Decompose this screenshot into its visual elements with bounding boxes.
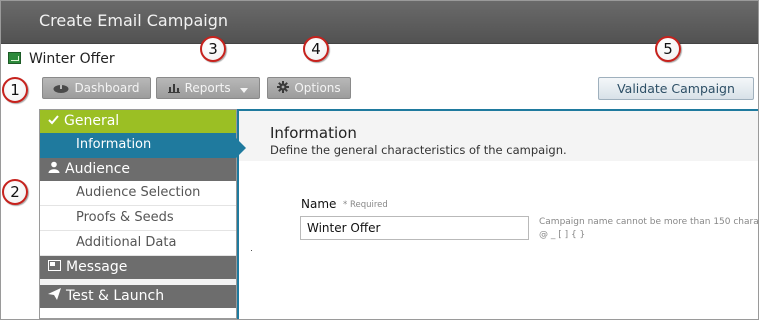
callout-4: 4 — [303, 36, 329, 62]
dashboard-icon — [53, 79, 69, 99]
paper-plane-icon — [48, 285, 61, 308]
sidebar-item-proofs-seeds[interactable]: Proofs & Seeds — [40, 206, 236, 231]
name-field-label: Name — [301, 197, 337, 211]
page-description: Define the general characteristics of th… — [270, 143, 567, 157]
sidebar-section-message[interactable]: Message — [40, 256, 236, 279]
campaign-icon — [8, 52, 21, 64]
campaign-window: Create Email Campaign Winter Offer Dashb… — [0, 0, 759, 320]
sidebar-nav: General Information Audience Audience Se… — [39, 109, 237, 319]
message-icon — [48, 256, 61, 279]
sidebar-item-additional-data[interactable]: Additional Data — [40, 231, 236, 256]
required-note: * Required — [343, 200, 388, 210]
name-field-hint-chars: @ _ [ ] { } — [539, 230, 586, 240]
gear-icon — [277, 79, 290, 99]
validate-campaign-button[interactable]: Validate Campaign — [598, 77, 754, 100]
reports-label: Reports — [184, 81, 231, 95]
sidebar-section-label: General — [64, 113, 120, 129]
content-top-border — [237, 109, 758, 111]
sidebar-item-information[interactable]: Information — [40, 133, 236, 158]
sidebar-section-general[interactable]: General — [40, 110, 236, 133]
sidebar-item-audience-selection[interactable]: Audience Selection — [40, 181, 236, 206]
person-icon — [48, 158, 60, 181]
chevron-down-icon — [240, 79, 249, 99]
callout-3: 3 — [200, 36, 226, 62]
callout-2: 2 — [2, 179, 28, 205]
sidebar-section-label: Audience — [65, 161, 131, 177]
current-item-pointer — [236, 138, 246, 158]
campaign-name: Winter Offer — [29, 51, 115, 67]
callout-5: 5 — [655, 36, 681, 62]
dashboard-button[interactable]: Dashboard — [42, 77, 151, 99]
sidebar-section-label: Test & Launch — [66, 288, 165, 304]
sidebar-section-label: Message — [66, 259, 128, 275]
options-button[interactable]: Options — [267, 77, 351, 99]
stray-dot — [251, 250, 252, 251]
sidebar-section-test-launch[interactable]: Test & Launch — [40, 285, 236, 308]
options-label: Options — [294, 81, 341, 95]
callout-1: 1 — [2, 77, 28, 103]
name-field-hint: Campaign name cannot be more than 150 ch… — [539, 217, 759, 227]
dashboard-label: Dashboard — [74, 81, 140, 95]
checkmark-icon — [48, 110, 59, 133]
bar-chart-icon — [167, 79, 180, 99]
window-title: Create Email Campaign — [1, 1, 758, 44]
page-title: Information — [270, 124, 357, 142]
reports-button[interactable]: Reports — [156, 77, 260, 99]
sidebar-section-audience[interactable]: Audience — [40, 158, 236, 181]
campaign-name-input[interactable] — [300, 216, 529, 240]
